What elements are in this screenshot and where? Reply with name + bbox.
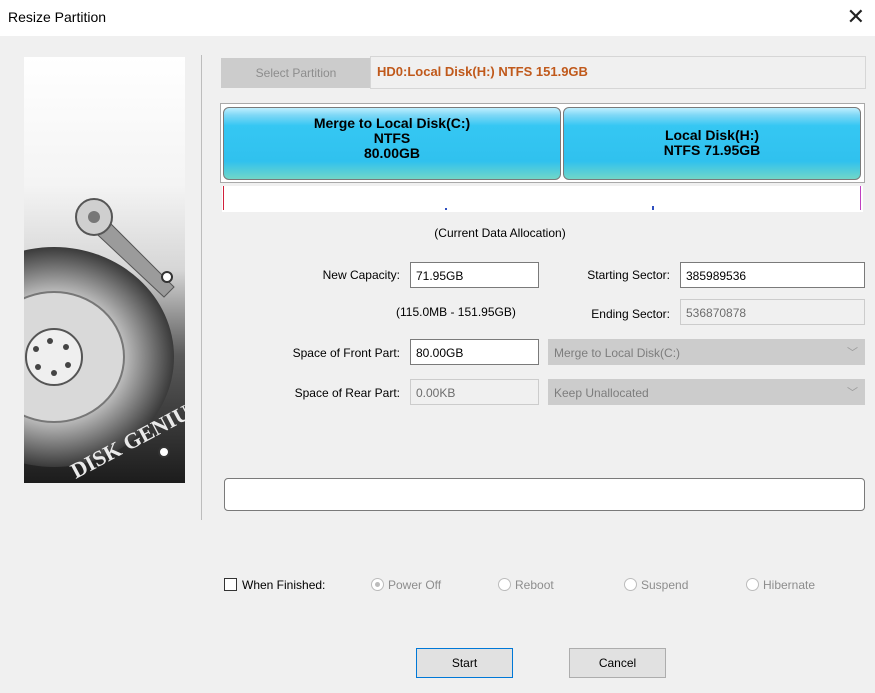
chevron-down-icon: ﹀	[847, 347, 858, 359]
rear-part-label: Space of Rear Part:	[294, 386, 400, 400]
suspend-radio	[624, 578, 637, 591]
partition-segment-local-h[interactable]: Local Disk(H:) NTFS 71.95GB	[563, 107, 861, 180]
hibernate-label: Hibernate	[763, 578, 816, 592]
rear-part-select-value: Keep Unallocated	[554, 386, 649, 400]
partition-info-text: HD0:Local Disk(H:) NTFS 151.9GB	[377, 64, 588, 79]
when-finished-label: When Finished:	[242, 578, 326, 592]
window-title: Resize Partition	[8, 9, 107, 25]
progress-bar	[224, 478, 865, 511]
title-bar: Resize Partition ✕	[0, 0, 875, 36]
close-icon[interactable]: ✕	[847, 4, 865, 30]
partition-map: Merge to Local Disk(C:) NTFS 80.00GB Loc…	[220, 103, 865, 183]
reboot-label: Reboot	[515, 578, 554, 592]
partition-segment-merge[interactable]: Merge to Local Disk(C:) NTFS 80.00GB	[223, 107, 561, 180]
cancel-button[interactable]: Cancel	[569, 648, 666, 678]
rear-part-select: Keep Unallocated ﹀	[548, 379, 865, 405]
front-part-label: Space of Front Part:	[292, 346, 400, 360]
reboot-radio	[498, 578, 511, 591]
front-part-select-value: Merge to Local Disk(C:)	[554, 346, 681, 360]
select-partition-button[interactable]: Select Partition	[221, 58, 371, 88]
start-button[interactable]: Start	[416, 648, 513, 678]
when-finished-checkbox[interactable]	[224, 578, 237, 591]
rear-part-input: 0.00KB	[410, 379, 539, 405]
capacity-range-text: (115.0MB - 151.95GB)	[396, 305, 516, 319]
chevron-down-icon: ﹀	[847, 387, 858, 399]
partition-info-box: HD0:Local Disk(H:) NTFS 151.9GB	[370, 56, 866, 89]
vertical-divider	[201, 55, 202, 520]
front-part-select: Merge to Local Disk(C:) ﹀	[548, 339, 865, 365]
allocation-caption: (Current Data Allocation)	[434, 226, 566, 240]
starting-sector-label: Starting Sector:	[587, 268, 670, 282]
starting-sector-input[interactable]: 385989536	[680, 262, 865, 288]
hibernate-radio	[746, 578, 759, 591]
power-off-label: Power Off	[388, 578, 442, 592]
suspend-label: Suspend	[641, 578, 689, 592]
new-capacity-label: New Capacity:	[322, 268, 400, 282]
front-part-input[interactable]: 80.00GB	[410, 339, 539, 365]
segment-line: Local Disk(H:)	[664, 127, 760, 143]
power-off-radio	[371, 578, 384, 591]
ending-sector-label: Ending Sector:	[591, 307, 670, 321]
disk-genius-logo-image: DISK GENIUS	[24, 57, 185, 483]
new-capacity-input[interactable]: 71.95GB	[410, 262, 539, 288]
data-allocation-strip	[222, 186, 863, 212]
segment-line: 80.00GB	[363, 145, 421, 161]
segment-line: NTFS 71.95GB	[663, 142, 761, 158]
segment-line: Merge to Local Disk(C:)	[313, 115, 471, 131]
ending-sector-input: 536870878	[680, 299, 865, 325]
segment-line: NTFS	[373, 130, 411, 146]
